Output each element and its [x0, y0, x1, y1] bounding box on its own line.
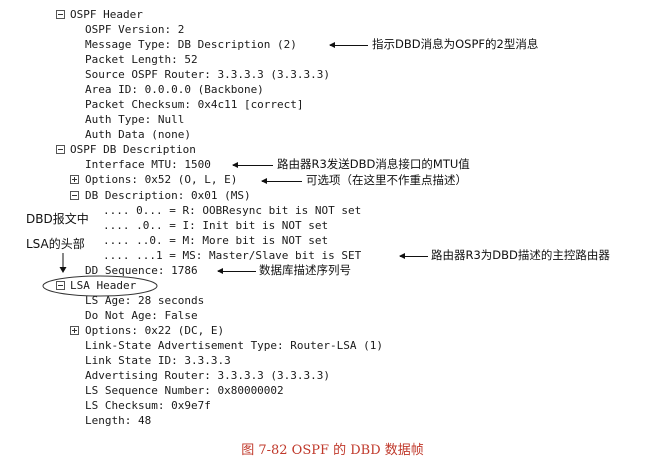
annotation-options: 可选项（在这里不作重点描述） [306, 173, 467, 187]
arrow-left-icon [261, 178, 302, 184]
expand-toggle-icon[interactable] [70, 175, 79, 184]
ospf-header-label: OSPF Header [70, 8, 143, 21]
flag-i: .... .0.. = I: Init bit is NOT set [103, 219, 329, 232]
db-description-label: OSPF DB Description [70, 143, 196, 156]
collapse-toggle-icon[interactable] [56, 145, 65, 154]
lsa-options: Options: 0x22 (DC, E) [85, 324, 225, 337]
advertising-router: Advertising Router: 3.3.3.3 (3.3.3.3) [85, 369, 331, 382]
auth-type: Auth Type: Null [85, 113, 185, 126]
flag-ms: .... ...1 = MS: Master/Slave bit is SET [103, 249, 362, 262]
collapse-toggle-icon[interactable] [56, 10, 65, 19]
annotation-ms-bit: 路由器R3为DBD描述的主控路由器 [431, 248, 610, 262]
interface-mtu: Interface MTU: 1500 [85, 158, 211, 171]
down-arrow-icon [59, 253, 67, 273]
expand-toggle-icon[interactable] [70, 326, 79, 335]
dd-sequence: DD Sequence: 1786 [85, 264, 198, 277]
message-type: Message Type: DB Description (2) [85, 38, 297, 51]
annotation-interface-mtu: 路由器R3发送DBD消息接口的MTU值 [277, 157, 470, 171]
options: Options: 0x52 (O, L, E) [85, 173, 238, 186]
packet-details-figure: OSPF Header OSPF Version: 2 Message Type… [0, 0, 665, 458]
collapse-toggle-icon[interactable] [70, 191, 79, 200]
link-state-id: Link State ID: 3.3.3.3 [85, 354, 231, 367]
flag-r: .... 0... = R: OOBResync bit is NOT set [103, 204, 362, 217]
arrow-left-icon [217, 268, 256, 274]
area-id: Area ID: 0.0.0.0 (Backbone) [85, 83, 264, 96]
source-router: Source OSPF Router: 3.3.3.3 (3.3.3.3) [85, 68, 331, 81]
collapse-toggle-icon[interactable] [56, 281, 65, 290]
flag-m: .... ..0. = M: More bit is NOT set [103, 234, 329, 247]
ls-sequence-number: LS Sequence Number: 0x80000002 [85, 384, 284, 397]
arrow-left-icon [329, 42, 368, 48]
auth-data: Auth Data (none) [85, 128, 191, 141]
ls-age: LS Age: 28 seconds [85, 294, 205, 307]
side-label-line1: DBD报文中 [26, 212, 89, 226]
annotation-dd-sequence: 数据库描述序列号 [259, 263, 351, 277]
ls-checksum: LS Checksum: 0x9e7f [85, 399, 211, 412]
annotation-message-type: 指示DBD消息为OSPF的2型消息 [372, 37, 539, 51]
arrow-left-icon [232, 162, 273, 168]
do-not-age: Do Not Age: False [85, 309, 198, 322]
dbd-flags: DB Description: 0x01 (MS) [85, 189, 251, 202]
side-label-line2: LSA的头部 [26, 237, 85, 251]
lsa-length: Length: 48 [85, 414, 152, 427]
packet-checksum: Packet Checksum: 0x4c11 [correct] [85, 98, 304, 111]
ls-type: Link-State Advertisement Type: Router-LS… [85, 339, 384, 352]
ospf-version: OSPF Version: 2 [85, 23, 185, 36]
lsa-header-label: LSA Header [70, 279, 137, 292]
packet-length: Packet Length: 52 [85, 53, 198, 66]
arrow-left-icon [399, 253, 428, 259]
figure-caption: 图 7-82 OSPF 的 DBD 数据帧 [241, 443, 424, 458]
